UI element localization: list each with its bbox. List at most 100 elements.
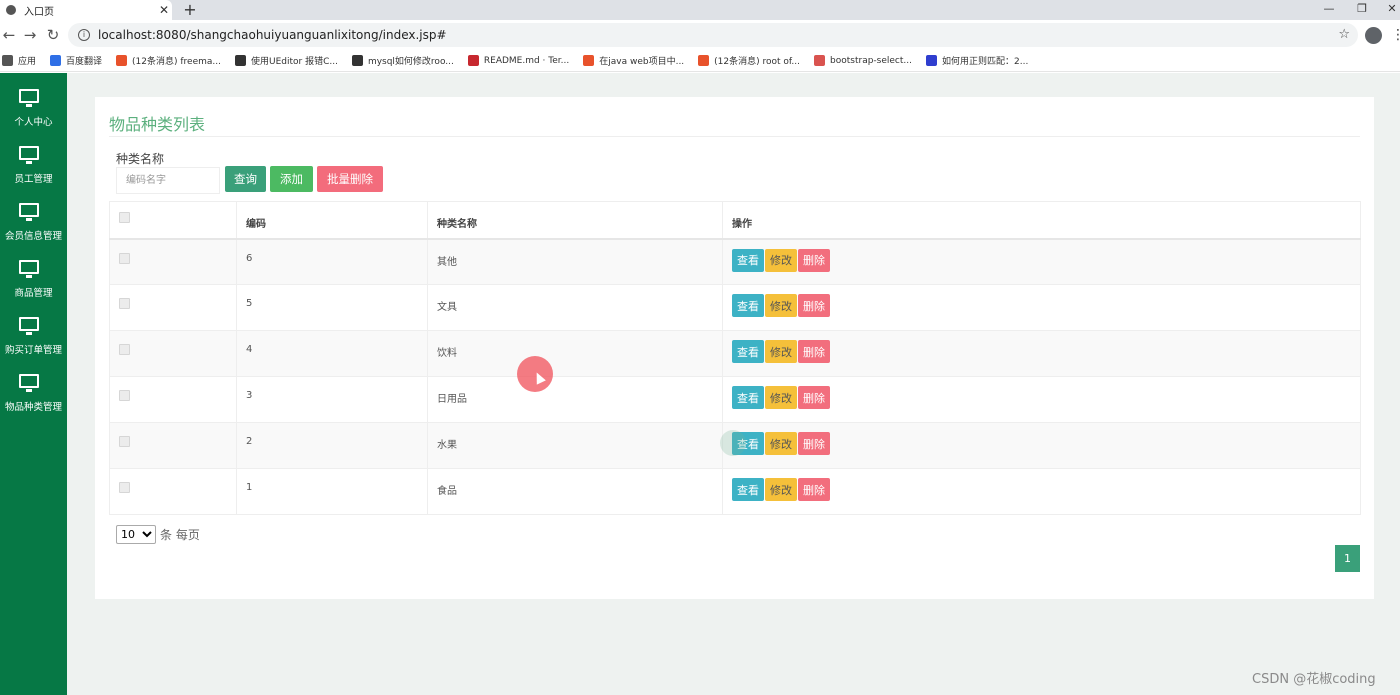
minimize-icon[interactable]: —: [1319, 0, 1339, 18]
site-info-icon[interactable]: i: [78, 29, 90, 41]
page-size-control: 10 条 每页: [116, 525, 200, 544]
code-cell: 5: [236, 284, 428, 331]
forward-arrow-icon[interactable]: →: [21, 26, 39, 44]
sidebar-item-label: 个人中心: [14, 117, 53, 128]
page-number-button[interactable]: 1: [1335, 545, 1360, 572]
category-name-search-input[interactable]: [116, 167, 220, 194]
table-body: 6 其他 查看 修改 删除 5 文具 查看 修改 删除 4 饮料 查看 修改 删除 3 日用品 查看 修改 删除 2 水果…: [109, 238, 1361, 515]
add-button[interactable]: 添加: [270, 166, 313, 192]
delete-button[interactable]: 删除: [798, 432, 830, 455]
bookmark-star-icon[interactable]: ☆: [1338, 27, 1350, 42]
reload-icon[interactable]: ↻: [44, 26, 62, 44]
code-cell: 4: [236, 330, 428, 377]
monitor-icon: [19, 146, 39, 164]
edit-button[interactable]: 修改: [765, 294, 797, 317]
edit-button[interactable]: 修改: [765, 248, 797, 272]
monitor-icon: [19, 317, 39, 335]
bookmark-item[interactable]: 应用: [2, 54, 36, 67]
sidebar-item[interactable]: 物品种类管理: [0, 374, 67, 424]
delete-button[interactable]: 删除: [798, 294, 830, 317]
bookmark-item[interactable]: 在java web项目中...: [583, 54, 684, 67]
bookmark-item[interactable]: (12条消息) root of...: [698, 54, 800, 67]
category-name-cell: 其他: [427, 238, 723, 285]
new-tab-button[interactable]: +: [182, 1, 198, 19]
sidebar-item[interactable]: 商品管理: [0, 260, 67, 310]
row-checkbox[interactable]: [119, 344, 130, 355]
monitor-icon: [19, 203, 39, 221]
row-checkbox[interactable]: [119, 482, 130, 493]
code-column-header: 编码: [236, 201, 428, 240]
browser-tab-strip: 入口页 ✕ + — ❐ ✕: [0, 0, 1400, 20]
bookmark-item[interactable]: 如何用正则匹配：2...: [926, 54, 1028, 67]
bookmark-label: bootstrap-select...: [830, 55, 912, 66]
baidu-icon: [926, 55, 937, 66]
main-content: 物品种类列表 种类名称 查询 添加 批量删除 编码 种类名称 操作 6其他查看: [67, 73, 1400, 695]
bookmark-label: README.md · Ter...: [483, 55, 570, 66]
edit-button[interactable]: 修改: [765, 478, 797, 501]
category-name-cell: 饮料: [427, 330, 723, 377]
sidebar-item[interactable]: 员工管理: [0, 146, 67, 196]
close-tab-icon[interactable]: ✕: [156, 3, 172, 17]
bookmark-item[interactable]: 百度翻译: [50, 54, 102, 67]
row-checkbox[interactable]: [119, 252, 130, 264]
view-button[interactable]: 查看: [732, 248, 764, 272]
edit-button[interactable]: 修改: [765, 432, 797, 455]
delete-button[interactable]: 删除: [798, 248, 830, 272]
row-select-cell: [109, 330, 237, 377]
url-bar[interactable]: i localhost:8080/shangchaohuiyuanguanlix…: [68, 23, 1358, 47]
category-name-cell: 文具: [427, 284, 723, 331]
bookmark-item[interactable]: (12条消息) freema...: [116, 54, 221, 67]
page-size-select[interactable]: 10: [116, 525, 156, 544]
row-checkbox[interactable]: [119, 436, 130, 447]
restore-icon[interactable]: ❐: [1352, 0, 1372, 18]
view-button[interactable]: 查看: [732, 386, 764, 409]
row-select-cell: [109, 284, 237, 331]
category-table: 编码 种类名称 操作 6 其他 查看 修改 删除 5 文具 查看 修改 删除 4 饮料 查看 修改 删除 3 日…: [109, 201, 1361, 515]
table-row: 6 其他 查看 修改 删除: [109, 238, 1361, 285]
cnblogs-icon: [814, 55, 826, 66]
window-close-icon[interactable]: ✕: [1382, 0, 1400, 18]
bookmark-label: 百度翻译: [66, 57, 103, 67]
select-all-checkbox[interactable]: [119, 212, 130, 223]
edit-button[interactable]: 修改: [765, 386, 797, 409]
browser-menu-icon[interactable]: ⋮: [1391, 26, 1400, 44]
view-button[interactable]: 查看: [732, 294, 764, 317]
bookmark-label: 在java web项目中...: [599, 57, 685, 67]
edit-button[interactable]: 修改: [765, 340, 797, 363]
bookmark-item[interactable]: bootstrap-select...: [814, 55, 912, 66]
sidebar-item-label: 物品种类管理: [4, 402, 62, 413]
table-row: 1 食品 查看 修改 删除: [109, 468, 1361, 515]
bookmark-item[interactable]: README.md · Ter...: [467, 55, 570, 66]
sidebar-item-label: 员工管理: [14, 174, 53, 185]
back-arrow-icon[interactable]: ←: [0, 26, 18, 44]
actions-cell: 查看 修改 删除: [722, 330, 1361, 377]
sidebar-item-label: 购买订单管理: [4, 345, 62, 356]
actions-cell: 查看 修改 删除: [722, 238, 1361, 285]
view-button[interactable]: 查看: [732, 478, 764, 501]
view-button[interactable]: 查看: [732, 340, 764, 363]
page-title: 物品种类列表: [109, 115, 206, 134]
category-name-cell: 日用品: [427, 376, 723, 423]
bookmark-label: 使用UEditor 报错C...: [250, 57, 338, 67]
query-button[interactable]: 查询: [225, 166, 266, 192]
batch-delete-button[interactable]: 批量删除: [317, 166, 383, 192]
code-cell: 1: [236, 468, 428, 515]
sidebar-item[interactable]: 会员信息管理: [0, 203, 67, 253]
delete-button[interactable]: 删除: [798, 478, 830, 501]
sidebar-item[interactable]: 个人中心: [0, 89, 67, 139]
row-checkbox[interactable]: [119, 390, 130, 401]
actions-column-header: 操作: [722, 201, 1361, 240]
bookmark-item[interactable]: mysql如何修改roo...: [351, 54, 454, 67]
delete-button[interactable]: 删除: [798, 340, 830, 363]
sidebar-item[interactable]: 购买订单管理: [0, 317, 67, 367]
code-cell: 3: [236, 376, 428, 423]
actions-cell: 查看 修改 删除: [722, 422, 1361, 469]
profile-avatar-icon[interactable]: [1365, 27, 1382, 44]
delete-button[interactable]: 删除: [798, 386, 830, 409]
row-checkbox[interactable]: [119, 298, 130, 309]
browser-tab[interactable]: 入口页 ✕: [0, 0, 172, 20]
bookmark-item[interactable]: 使用UEditor 报错C...: [234, 54, 338, 67]
tab-title: 入口页: [24, 6, 54, 18]
table-row: 3 日用品 查看 修改 删除: [109, 376, 1361, 423]
title-divider: [109, 136, 1360, 137]
